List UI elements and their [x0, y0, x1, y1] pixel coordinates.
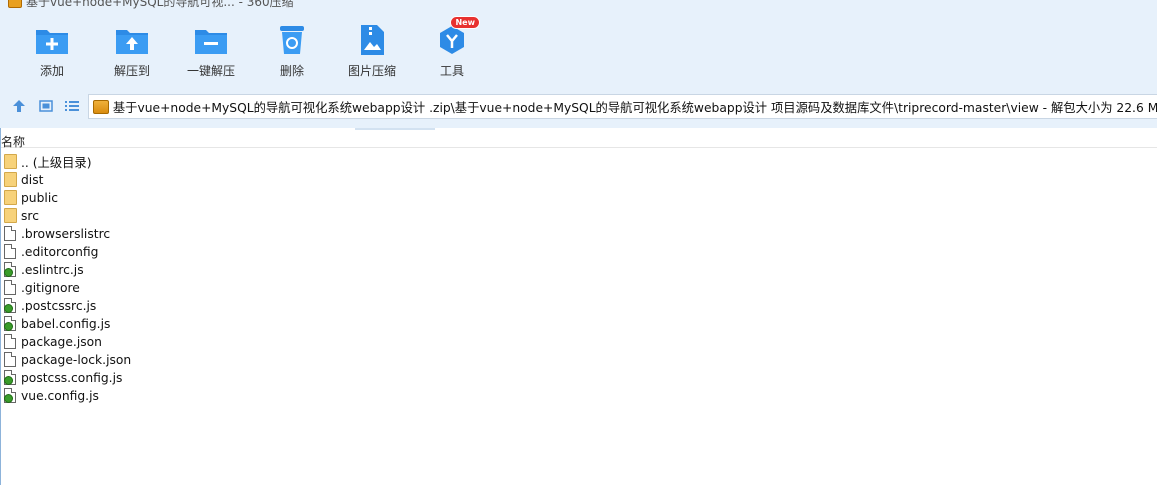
image-compress-button[interactable]: 图片压缩: [334, 20, 410, 80]
file-icon: [4, 244, 18, 260]
list-item[interactable]: .eslintrc.js: [0, 261, 1157, 279]
list-item[interactable]: src: [0, 207, 1157, 225]
js-file-icon: [4, 388, 18, 404]
list-item[interactable]: dist: [0, 171, 1157, 189]
add-button[interactable]: 添加: [14, 20, 90, 80]
path-text: 基于vue+node+MySQL的导航可视化系统webapp设计 .zip\基于…: [112, 100, 1157, 115]
file-icon: [4, 226, 18, 242]
archive-icon: [93, 99, 109, 114]
header-divider: [355, 128, 435, 131]
column-header-name[interactable]: 名称: [1, 133, 25, 150]
folder-icon: [4, 208, 18, 224]
file-name: .browserslistrc: [21, 227, 111, 241]
file-name: package-lock.json: [21, 353, 132, 367]
delete-icon: [274, 20, 310, 60]
file-icon: [4, 280, 18, 296]
file-icon: [4, 352, 18, 368]
list-item[interactable]: postcss.config.js: [0, 369, 1157, 387]
file-icon: [4, 334, 18, 350]
extract-to-button[interactable]: 解压到: [94, 20, 170, 80]
tools-label: 工具: [439, 64, 464, 78]
one-click-extract-icon: [193, 20, 229, 60]
list-view-icon[interactable]: [63, 97, 81, 115]
list-item[interactable]: .. (上级目录): [0, 153, 1157, 171]
js-file-icon: [4, 262, 18, 278]
thumbnail-view-icon[interactable]: [37, 97, 55, 115]
image-compress-icon: [354, 20, 390, 60]
tools-button[interactable]: New 工具: [414, 16, 490, 80]
js-file-icon: [4, 370, 18, 386]
file-name: src: [21, 209, 39, 223]
file-name: .eslintrc.js: [21, 263, 84, 277]
file-name: postcss.config.js: [21, 371, 123, 385]
folder-icon: [4, 154, 18, 170]
js-file-icon: [4, 316, 18, 332]
new-badge: New: [450, 16, 480, 29]
list-item[interactable]: .browserslistrc: [0, 225, 1157, 243]
list-item[interactable]: public: [0, 189, 1157, 207]
path-field[interactable]: 基于vue+node+MySQL的导航可视化系统webapp设计 .zip\基于…: [88, 94, 1157, 119]
file-list: .. (上级目录) dist public src .browserslistrc .ed…: [0, 153, 1157, 405]
file-name: .postcssrc.js: [21, 299, 97, 313]
list-header: 名称: [0, 128, 1157, 150]
address-bar: 基于vue+node+MySQL的导航可视化系统webapp设计 .zip\基于…: [0, 93, 1157, 120]
add-label: 添加: [39, 64, 64, 78]
list-item[interactable]: .gitignore: [0, 279, 1157, 297]
extract-to-label: 解压到: [113, 64, 150, 78]
app-icon: [8, 0, 22, 8]
title-bar: 基于vue+node+MySQL的导航可视... - 360压缩: [0, 0, 400, 9]
image-compress-label: 图片压缩: [347, 64, 396, 78]
file-name: package.json: [21, 335, 102, 349]
list-item[interactable]: .editorconfig: [0, 243, 1157, 261]
tools-icon: New: [434, 16, 480, 60]
list-item[interactable]: package.json: [0, 333, 1157, 351]
delete-button[interactable]: 删除: [254, 20, 330, 80]
list-item[interactable]: .postcssrc.js: [0, 297, 1157, 315]
folder-icon: [4, 172, 18, 188]
folder-icon: [4, 190, 18, 206]
extract-to-icon: [114, 20, 150, 60]
list-item[interactable]: package-lock.json: [0, 351, 1157, 369]
file-name: .editorconfig: [21, 245, 99, 259]
file-name: public: [21, 191, 58, 205]
add-icon: [34, 20, 70, 60]
file-name: vue.config.js: [21, 389, 99, 403]
list-item[interactable]: vue.config.js: [0, 387, 1157, 405]
toolbar: 添加 解压到 一键解压 删除 图片压缩 New 工具: [0, 16, 520, 84]
one-click-extract-label: 一键解压: [186, 64, 235, 78]
toolbar-area: 基于vue+node+MySQL的导航可视... - 360压缩 添加 解压到 …: [0, 0, 1157, 128]
file-name: dist: [21, 173, 44, 187]
one-click-extract-button[interactable]: 一键解压: [173, 20, 249, 80]
js-file-icon: [4, 298, 18, 314]
window-title: 基于vue+node+MySQL的导航可视... - 360压缩: [26, 0, 294, 9]
file-name: .. (上级目录): [21, 156, 92, 170]
list-item[interactable]: babel.config.js: [0, 315, 1157, 333]
delete-label: 删除: [279, 64, 304, 78]
file-name: .gitignore: [21, 281, 80, 295]
file-name: babel.config.js: [21, 317, 111, 331]
up-arrow-icon[interactable]: [10, 97, 28, 115]
